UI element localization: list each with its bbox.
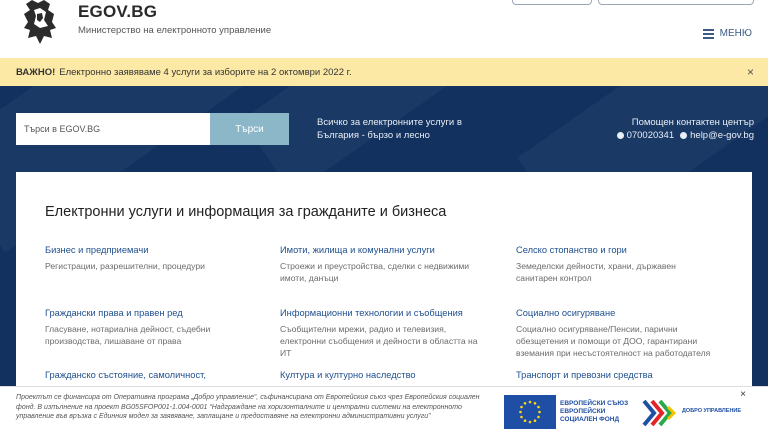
eu-line-1: ЕВРОПЕЙСКИ СЪЮЗ	[560, 400, 629, 407]
alert-bar: ВАЖНО! Електронно заявяваме 4 услуги за …	[0, 58, 768, 86]
services-heading: Електронни услуги и информация за гражда…	[45, 204, 447, 220]
email-icon	[680, 132, 688, 139]
category-item: Селско стопанство и гори Земеделски дейн…	[516, 245, 716, 284]
category-item: Информационни технологии и съобщения Съо…	[280, 308, 480, 359]
category-link[interactable]: Бизнес и предприемачи	[45, 245, 245, 255]
menu-label: МЕНЮ	[719, 28, 752, 39]
eu-line-2: ЕВРОПЕЙСКИ	[560, 408, 606, 415]
good-governance-logo	[642, 399, 677, 427]
category-description: Земеделски дейности, храни, държавен сан…	[516, 261, 676, 283]
eu-line-3: СОЦИАЛЕН ФОНД	[560, 416, 620, 423]
search-input[interactable]	[16, 113, 210, 145]
category-link[interactable]: Социално осигуряване	[516, 308, 716, 318]
contact-center-title: Помощен контактен център	[631, 117, 754, 128]
category-description: Съобщителни мрежи, радио и телевизия, ел…	[280, 324, 478, 358]
category-link[interactable]: Култура и културно наследство	[280, 370, 480, 380]
good-governance-label: ДОБРО УПРАВЛЕНИЕ	[682, 408, 742, 414]
category-link[interactable]: Гражданско състояние, самоличност,	[45, 370, 245, 380]
alert-text: Електронно заявяваме 4 услуги за изборит…	[59, 66, 352, 78]
site-header: EGOV.BG Министерство на електронното упр…	[0, 0, 768, 58]
funding-text: Проектът се финансира от Оперативна прог…	[16, 394, 480, 420]
category-item: Имоти, жилища и комунални услуги Строежи…	[280, 245, 480, 284]
category-item: Транспорт и превозни средства	[516, 370, 716, 385]
contact-phone[interactable]: 070020341	[627, 129, 675, 142]
header-top-button-2[interactable]	[598, 0, 754, 5]
category-link[interactable]: Граждански права и правен ред	[45, 308, 245, 318]
category-item: Граждански права и правен ред Гласуване,…	[45, 308, 245, 347]
eu-flag-icon	[504, 395, 556, 429]
funding-banner: Проектът се финансира от Оперативна прог…	[0, 386, 768, 432]
category-link[interactable]: Информационни технологии и съобщения	[280, 308, 480, 318]
tagline: Всичко за електронните услуги в България…	[317, 117, 462, 141]
alert-bold: ВАЖНО!	[16, 66, 56, 78]
category-description: Строежи и преустройства, сделки с недвиж…	[280, 261, 470, 283]
search-button[interactable]: Търси	[210, 113, 289, 145]
category-link[interactable]: Селско стопанство и гори	[516, 245, 716, 255]
category-item: Социално осигуряване Социално осигуряван…	[516, 308, 716, 359]
category-item: Гражданско състояние, самоличност,	[45, 370, 245, 385]
menu-button[interactable]: МЕНЮ	[702, 28, 752, 39]
coat-of-arms-logo[interactable]	[18, 0, 64, 44]
category-description: Социално осигуряване/Пенсии, парични обе…	[516, 324, 711, 358]
alert-close-icon[interactable]: ×	[747, 65, 754, 79]
phone-icon	[616, 132, 624, 139]
header-top-button-1[interactable]	[512, 0, 592, 5]
category-description: Регистрации, разрешителни, процедури	[45, 261, 205, 271]
banner-close-icon[interactable]: ×	[740, 389, 746, 400]
category-item: Бизнес и предприемачи Регистрации, разре…	[45, 245, 245, 272]
category-link[interactable]: Имоти, жилища и комунални услуги	[280, 245, 480, 255]
contact-email[interactable]: help@e-gov.bg	[690, 129, 754, 142]
category-item: Култура и културно наследство	[280, 370, 480, 385]
site-subtitle: Министерство на електронното управление	[78, 25, 272, 36]
category-link[interactable]: Транспорт и превозни средства	[516, 370, 716, 380]
category-description: Гласуване, нотариална дейност, съдебни п…	[45, 324, 211, 346]
site-title[interactable]: EGOV.BG	[78, 2, 157, 22]
contact-center: Помощен контактен център 070020341 help@…	[616, 116, 754, 142]
hamburger-icon	[702, 29, 714, 39]
eu-fund-label: ЕВРОПЕЙСКИ СЪЮЗ ЕВРОПЕЙСКИ СОЦИАЛЕН ФОНД	[560, 400, 628, 424]
